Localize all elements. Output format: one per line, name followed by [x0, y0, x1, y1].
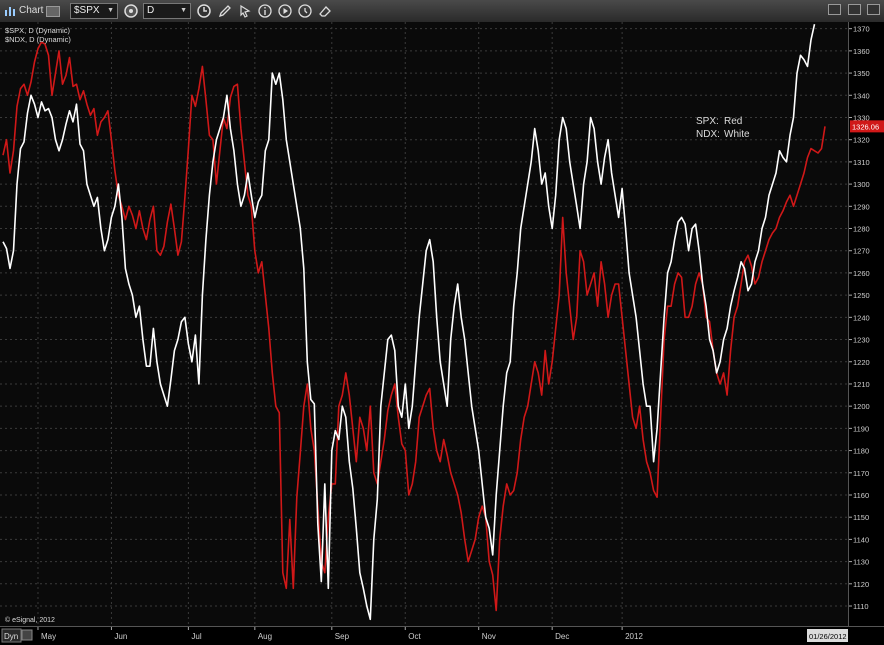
eraser-icon[interactable] — [317, 3, 333, 19]
study-label-ndx: $NDX, D (Dynamic) — [5, 35, 71, 44]
series-line-ndx — [2, 24, 816, 621]
mode-toggle-icon[interactable] — [21, 629, 33, 641]
y-tick-label: 1300 — [853, 180, 870, 189]
y-tick-label: 1360 — [853, 47, 870, 56]
y-tick-label: 1310 — [853, 158, 870, 167]
legend-ndx-key: NDX: — [696, 129, 720, 140]
y-tick-label: 1190 — [853, 424, 869, 433]
info-icon[interactable] — [257, 3, 273, 19]
x-tick-label: Dec — [555, 632, 569, 641]
legend-spx-value: Red — [724, 116, 742, 127]
draw-pencil-icon[interactable] — [217, 3, 233, 19]
y-tick-label: 1170 — [853, 469, 869, 478]
symbol-value: $SPX — [74, 5, 100, 16]
y-tick-label: 1350 — [853, 69, 870, 78]
price-axis[interactable]: 1110 1120 1130 1140 1150 1160 1170 1180 1190 1200… — [848, 22, 884, 626]
y-tick-label: 1230 — [853, 336, 870, 345]
x-tick-label: May — [41, 632, 56, 641]
time-axis[interactable]: Dyn 01/26/2012 May Jun Jul Aug Sep Oct Nov Dec 2… — [0, 626, 884, 645]
price-plot-area[interactable]: $SPX, D (Dynamic) $NDX, D (Dynamic) SPX:… — [0, 22, 848, 626]
x-tick-label: Jun — [114, 632, 127, 641]
y-tick-label: 1150 — [853, 513, 869, 522]
play-replay-icon[interactable] — [277, 3, 293, 19]
x-tick-label: Oct — [408, 632, 421, 641]
chart-toolbar: Chart $SPX ▼ D ▼ — [0, 0, 884, 23]
time-axis-labels: Dyn 01/26/2012 May Jun Jul Aug Sep Oct Nov Dec 2… — [1, 627, 848, 643]
close-button[interactable] — [867, 4, 880, 15]
legend-spx-key: SPX: — [696, 116, 719, 127]
window-controls — [826, 2, 880, 20]
price-chart: $SPX, D (Dynamic) $NDX, D (Dynamic) SPX:… — [0, 22, 848, 626]
y-tick-label: 1370 — [853, 25, 870, 34]
chevron-down-icon: ▼ — [180, 7, 187, 14]
y-tick-label: 1200 — [853, 402, 870, 411]
y-tick-label: 1140 — [853, 535, 869, 544]
y-tick-label: 1220 — [853, 358, 870, 367]
y-tick-label: 1240 — [853, 313, 870, 322]
interval-selector[interactable]: D ▼ — [143, 3, 191, 19]
x-tick-label: Nov — [482, 632, 496, 641]
y-tick-label: 1250 — [853, 291, 870, 300]
y-tick-label: 1260 — [853, 269, 870, 278]
interval-clock-icon[interactable] — [196, 3, 212, 19]
cursor-tool-icon[interactable] — [237, 3, 253, 19]
x-tick-label: Sep — [335, 632, 350, 641]
y-tick-label: 1110 — [853, 602, 869, 611]
symbol-selector[interactable]: $SPX ▼ — [70, 3, 118, 19]
chart-window-title: Chart — [19, 5, 44, 16]
study-label-spx: $SPX, D (Dynamic) — [5, 26, 71, 35]
price-axis-labels: 1110 1120 1130 1140 1150 1160 1170 1180 1190 1200… — [849, 25, 884, 611]
x-tick-label: 2012 — [625, 632, 643, 641]
y-tick-label: 1340 — [853, 91, 870, 100]
series-line-spx — [2, 41, 826, 612]
minimize-button[interactable] — [828, 4, 842, 15]
interval-value: D — [147, 5, 155, 16]
dynamic-mode-label: Dyn — [4, 632, 18, 641]
chevron-down-icon: ▼ — [107, 7, 114, 14]
settings-clock-icon[interactable] — [297, 3, 313, 19]
last-price-label: 1326.06 — [852, 122, 879, 131]
y-tick-label: 1130 — [853, 558, 869, 567]
legend-ndx-value: White — [724, 129, 750, 140]
copyright-text: © eSignal, 2012 — [5, 616, 55, 624]
x-tick-label: Jul — [191, 632, 201, 641]
date-cursor-label: 01/26/2012 — [809, 632, 847, 641]
y-tick-label: 1120 — [853, 580, 869, 589]
y-tick-label: 1290 — [853, 202, 870, 211]
y-tick-label: 1280 — [853, 225, 870, 234]
maximize-button[interactable] — [847, 4, 861, 15]
y-tick-label: 1320 — [853, 136, 870, 145]
x-tick-label: Aug — [258, 632, 272, 641]
symbol-settings-gear-icon[interactable] — [123, 3, 139, 19]
y-tick-label: 1160 — [853, 491, 869, 500]
y-tick-label: 1180 — [853, 447, 869, 456]
y-tick-label: 1270 — [853, 247, 870, 256]
y-tick-label: 1210 — [853, 380, 870, 389]
chart-app-icon — [5, 7, 15, 16]
link-badge-icon[interactable] — [46, 6, 60, 17]
